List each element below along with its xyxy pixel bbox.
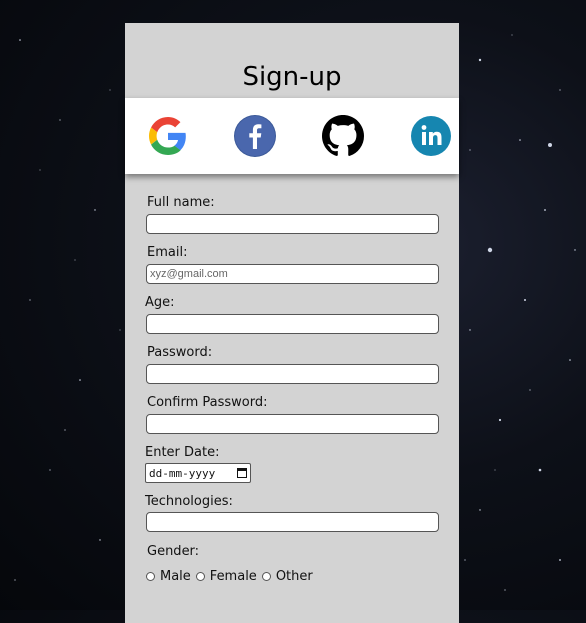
- technologies-input[interactable]: [146, 512, 439, 532]
- password-input[interactable]: [146, 364, 439, 384]
- female-radio[interactable]: [195, 572, 205, 581]
- calendar-icon[interactable]: [237, 468, 247, 478]
- female-label: Female: [209, 569, 257, 584]
- google-icon: [149, 117, 186, 155]
- age-label: Age:: [145, 295, 175, 310]
- full-name-input[interactable]: [146, 214, 439, 234]
- other-label: Other: [275, 569, 313, 584]
- github-login-button[interactable]: [322, 115, 364, 157]
- github-icon: [322, 115, 364, 156]
- page-title: Sign-up: [242, 62, 342, 92]
- technologies-label: Technologies:: [145, 494, 233, 509]
- email-label: Email:: [147, 245, 188, 260]
- email-input[interactable]: [146, 264, 439, 284]
- male-label: Male: [160, 569, 191, 584]
- facebook-icon: [235, 116, 275, 156]
- gender-option-female[interactable]: Female: [195, 569, 257, 584]
- linkedin-icon: [411, 116, 451, 156]
- male-radio[interactable]: [146, 572, 155, 581]
- social-login-bar: [125, 98, 459, 174]
- google-login-button[interactable]: [147, 115, 189, 157]
- other-radio[interactable]: [261, 572, 271, 581]
- confirm-password-label: Confirm Password:: [147, 395, 268, 410]
- facebook-login-button[interactable]: [234, 115, 276, 157]
- gender-option-male[interactable]: Male: [146, 569, 191, 584]
- gender-option-other[interactable]: Other: [261, 569, 313, 584]
- password-label: Password:: [147, 345, 213, 360]
- date-placeholder: dd-mm-yyyy: [149, 466, 216, 480]
- signup-panel: Sign-up Full name: Email: xyz@gmail.com …: [125, 23, 459, 623]
- gender-options: Male Female Other: [146, 569, 318, 584]
- confirm-password-input[interactable]: [146, 414, 439, 434]
- date-input[interactable]: dd-mm-yyyy: [145, 463, 251, 483]
- linkedin-login-button[interactable]: [410, 115, 452, 157]
- age-input[interactable]: [146, 314, 439, 334]
- gender-label: Gender:: [147, 544, 200, 559]
- full-name-label: Full name:: [147, 195, 215, 210]
- date-label: Enter Date:: [145, 445, 220, 460]
